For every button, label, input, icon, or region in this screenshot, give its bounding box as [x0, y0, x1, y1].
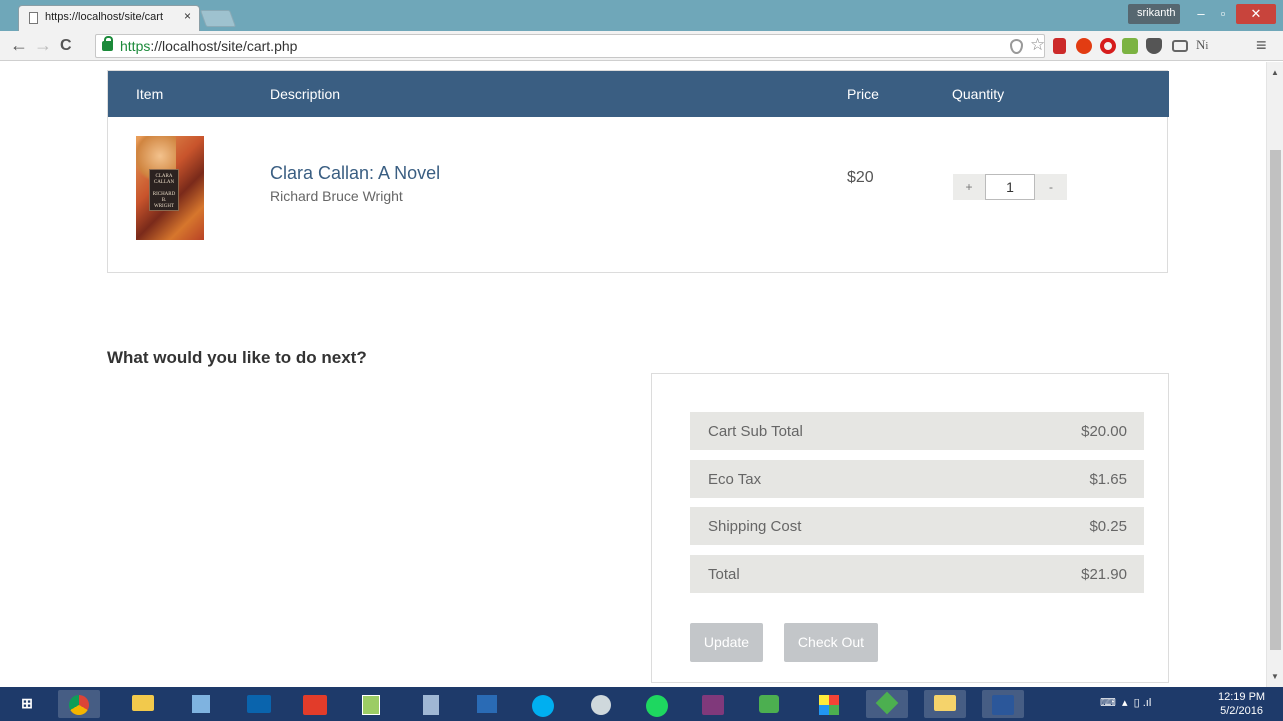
browser-tab-strip: https://localhost/site/cart × srikanth –… — [0, 0, 1283, 31]
quantity-input[interactable]: 1 — [985, 174, 1035, 200]
chat-icon[interactable] — [748, 690, 790, 718]
scroll-up-icon[interactable]: ▲ — [1271, 68, 1279, 77]
order-summary: Cart Sub Total $20.00 Eco Tax $1.65 Ship… — [651, 373, 1169, 683]
notepad-icon[interactable] — [350, 690, 392, 718]
tab-title: https://localhost/site/cart — [45, 11, 163, 23]
taskbar-clock[interactable]: 12:19 PM 5/2/2016 — [1218, 690, 1265, 718]
powershell-icon[interactable] — [466, 690, 508, 718]
pocket-icon[interactable] — [1146, 38, 1162, 54]
url-scheme: https — [120, 38, 151, 54]
network-icon[interactable] — [580, 690, 622, 718]
summary-label: Eco Tax — [708, 471, 762, 488]
windows-start-icon[interactable]: ⊞ — [6, 690, 48, 718]
browser-tab[interactable]: https://localhost/site/cart × — [18, 5, 200, 31]
cart-table: Item Description Price Quantity CLARA CAL… — [107, 70, 1169, 273]
profile-badge[interactable]: srikanth — [1128, 4, 1180, 24]
star-icon[interactable]: ☆ — [1030, 35, 1046, 54]
cart-header: Item Description Price Quantity — [108, 71, 1169, 117]
product-price: $20 — [847, 169, 874, 186]
tab-close-icon[interactable]: × — [184, 9, 191, 23]
windows-taskbar: ⊞ ⌨ ▴ ▯ .ıl 12:19 PM 5/2/2016 — [0, 687, 1283, 721]
summary-row-subtotal: Cart Sub Total $20.00 — [690, 412, 1144, 450]
summary-row-shipping: Shipping Cost $0.25 — [690, 507, 1144, 545]
address-bar[interactable]: https://localhost/site/cart.php — [95, 34, 1045, 58]
onenote-icon[interactable] — [692, 690, 734, 718]
page-scrollbar[interactable]: ▲ ▼ — [1266, 62, 1283, 687]
summary-label: Cart Sub Total — [708, 423, 803, 440]
cover-label: CLARA CALLAN RICHARD B. WRIGHT — [149, 169, 179, 211]
summary-row-total: Total $21.90 — [690, 555, 1144, 593]
scroll-thumb[interactable] — [1270, 150, 1281, 650]
clock-date: 5/2/2016 — [1220, 705, 1263, 717]
multicolor-app-icon[interactable] — [808, 690, 850, 718]
url-text: ://localhost/site/cart.php — [150, 38, 298, 54]
book-cover-image[interactable]: CLARA CALLAN RICHARD B. WRIGHT — [136, 136, 204, 240]
reload-icon[interactable]: C — [60, 37, 72, 55]
page-icon — [29, 12, 38, 24]
summary-label: Shipping Cost — [708, 518, 802, 535]
header-description: Description — [270, 86, 341, 102]
word-icon[interactable] — [982, 690, 1024, 718]
summary-value: $1.65 — [1089, 471, 1127, 488]
ni-icon[interactable]: Ni — [1196, 37, 1212, 53]
header-price: Price — [847, 86, 879, 102]
outlook-icon[interactable] — [238, 690, 280, 718]
summary-value: $21.90 — [1081, 566, 1127, 583]
clock-time: 12:19 PM — [1218, 691, 1266, 703]
new-tab-button[interactable] — [199, 10, 237, 27]
minimize-icon[interactable]: – — [1190, 6, 1212, 24]
folder-icon[interactable] — [924, 690, 966, 718]
quantity-minus-button[interactable]: - — [1035, 174, 1067, 200]
file-explorer-icon[interactable] — [122, 690, 164, 718]
quantity-plus-button[interactable]: + — [953, 174, 985, 200]
summary-row-eco-tax: Eco Tax $1.65 — [690, 460, 1144, 498]
product-title[interactable]: Clara Callan: A Novel — [270, 163, 440, 184]
summary-value: $0.25 — [1089, 518, 1127, 535]
calculator-icon[interactable] — [410, 690, 452, 718]
header-quantity: Quantity — [952, 86, 1005, 102]
imdb-icon[interactable] — [294, 690, 336, 718]
update-button[interactable]: Update — [690, 623, 763, 662]
summary-label: Total — [708, 566, 740, 583]
remote-desktop-icon[interactable] — [180, 690, 222, 718]
next-steps-heading: What would you like to do next? — [107, 348, 367, 367]
lastpass-icon[interactable] — [1122, 38, 1138, 54]
lock-icon — [102, 36, 113, 51]
product-author: Richard Bruce Wright — [270, 188, 403, 204]
opera-icon[interactable] — [1100, 38, 1116, 54]
ublock-icon[interactable] — [1076, 38, 1092, 54]
skype-icon[interactable] — [522, 690, 564, 718]
bookmark-icon[interactable] — [1053, 38, 1066, 54]
checkout-button[interactable]: Check Out — [784, 623, 878, 662]
forward-icon[interactable]: → — [34, 35, 52, 56]
system-tray[interactable]: ⌨ ▴ ▯ .ıl — [1100, 696, 1151, 709]
green-app-icon[interactable] — [866, 690, 908, 718]
page-viewport: Item Description Price Quantity CLARA CAL… — [0, 62, 1266, 687]
chrome-icon[interactable] — [58, 690, 100, 718]
menu-icon[interactable]: ≡ — [1256, 35, 1267, 56]
browser-toolbar: ← → C https://localhost/site/cart.php ☆ … — [0, 31, 1283, 61]
scroll-down-icon[interactable]: ▼ — [1271, 672, 1279, 681]
summary-value: $20.00 — [1081, 423, 1127, 440]
back-icon[interactable]: ← — [10, 35, 28, 56]
maximize-icon[interactable]: ▫ — [1212, 6, 1234, 24]
header-item: Item — [136, 86, 164, 102]
cast-icon[interactable] — [1172, 40, 1188, 52]
window-close-icon[interactable]: ✕ — [1236, 4, 1276, 24]
spotify-icon[interactable] — [636, 690, 678, 718]
